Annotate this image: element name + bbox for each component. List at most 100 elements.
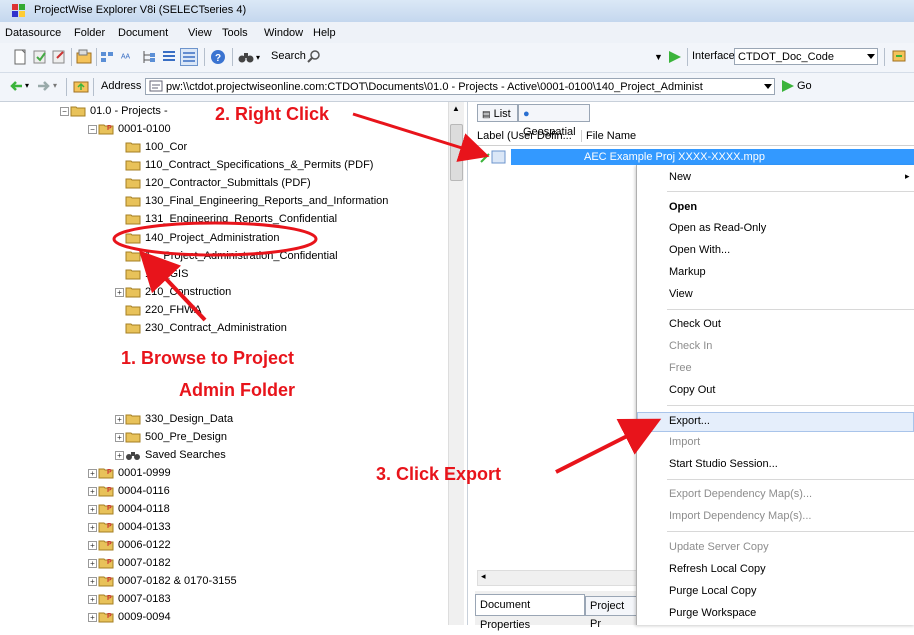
- expand-icon[interactable]: +: [115, 415, 124, 424]
- details-view-icon[interactable]: [100, 49, 116, 65]
- expand-icon[interactable]: +: [88, 577, 97, 586]
- menu-item-check-out[interactable]: Check Out: [669, 318, 721, 330]
- menu-bar: Datasource Folder Document View Tools Wi…: [0, 22, 914, 44]
- collapse-icon[interactable]: −: [60, 107, 69, 116]
- folder-icon: [125, 432, 141, 443]
- search-icon[interactable]: [306, 49, 322, 65]
- tree-label: 0007-0182: [118, 557, 171, 569]
- list-view-icon[interactable]: [161, 49, 177, 65]
- svg-text:P: P: [107, 613, 112, 620]
- menu-item-check-in[interactable]: Check In: [669, 340, 712, 352]
- menu-folder[interactable]: Folder: [74, 27, 105, 39]
- small-icons-icon[interactable]: ᴬᴬ: [120, 49, 136, 65]
- go-icon[interactable]: [780, 78, 796, 94]
- tree-label: Saved Searches: [145, 449, 226, 461]
- annotation-step2: 2. Right Click: [215, 104, 330, 124]
- expand-icon[interactable]: +: [88, 523, 97, 532]
- menu-item-export[interactable]: Export...: [669, 415, 710, 427]
- tab-geospatial[interactable]: ● Geospatial: [518, 104, 590, 138]
- menu-item-update-server-copy[interactable]: Update Server Copy: [669, 541, 769, 553]
- menu-document[interactable]: Document: [118, 27, 168, 39]
- tab-project-properties[interactable]: Project Pr: [585, 596, 640, 630]
- tree-label: 500_Pre_Design: [145, 431, 227, 443]
- menu-datasource[interactable]: Datasource: [5, 27, 61, 39]
- expand-icon[interactable]: +: [115, 451, 124, 460]
- expand-icon[interactable]: +: [88, 613, 97, 622]
- check-in-icon[interactable]: [32, 49, 48, 65]
- help-icon[interactable]: ?: [210, 49, 226, 65]
- menu-item-purge-local-copy[interactable]: Purge Local Copy: [669, 585, 756, 597]
- menu-window[interactable]: Window: [264, 27, 303, 39]
- interface-value: CTDOT_Doc_Code: [738, 51, 834, 63]
- search-dropdown-arrow[interactable]: ▼: [654, 52, 663, 62]
- expand-icon[interactable]: +: [88, 559, 97, 568]
- interface-select[interactable]: CTDOT_Doc_Code: [734, 48, 878, 65]
- properties-icon[interactable]: [76, 49, 92, 65]
- back-arrow-icon[interactable]: [8, 78, 24, 94]
- main-toolbar: ᴬᴬ ? ▾ Search ▼ Interface CTDOT_Doc_Code: [0, 43, 914, 73]
- tree-label: 1__Project_Administration_Confidential: [145, 250, 338, 262]
- forward-dropdown-arrow[interactable]: ▾: [53, 81, 57, 90]
- datasource-icon: [149, 80, 163, 92]
- menu-item-open[interactable]: Open: [669, 201, 697, 213]
- tree-view-icon[interactable]: [141, 49, 157, 65]
- find-binoculars-icon[interactable]: [238, 49, 254, 65]
- scroll-up-arrow[interactable]: ▲: [452, 104, 460, 113]
- menu-tools[interactable]: Tools: [222, 27, 248, 39]
- menu-item-start-studio-session[interactable]: Start Studio Session...: [669, 458, 778, 470]
- run-search-icon[interactable]: [667, 49, 683, 65]
- svg-text:P: P: [107, 505, 112, 512]
- folder-icon: [125, 287, 141, 298]
- globe-icon: ●: [523, 108, 530, 120]
- annotation-step3: 3. Click Export: [376, 464, 502, 484]
- list-icon: ▤: [482, 109, 491, 119]
- menu-item-refresh-local-copy[interactable]: Refresh Local Copy: [669, 563, 766, 575]
- expand-icon[interactable]: +: [88, 595, 97, 604]
- menu-item-new[interactable]: New: [669, 171, 691, 183]
- menu-item-purge-workspace[interactable]: Purge Workspace: [669, 607, 756, 619]
- tab-document-properties[interactable]: Document Properties: [475, 594, 585, 631]
- folder-icon: [125, 233, 141, 244]
- tab-project-properties-label: Project Pr: [590, 600, 625, 630]
- expand-icon[interactable]: +: [88, 541, 97, 550]
- expand-icon[interactable]: +: [115, 433, 124, 442]
- menu-item-free[interactable]: Free: [669, 362, 692, 374]
- menu-item-markup[interactable]: Markup: [669, 266, 706, 278]
- go-button[interactable]: Go: [797, 80, 812, 92]
- find-dropdown-arrow[interactable]: ▾: [256, 53, 260, 62]
- forward-arrow-icon[interactable]: [36, 78, 52, 94]
- back-dropdown-arrow[interactable]: ▾: [25, 81, 29, 90]
- collapse-icon[interactable]: −: [88, 125, 97, 134]
- menu-item-view[interactable]: View: [669, 288, 693, 300]
- address-toolbar: ▾ ▾ Address pw:\\ctdot.projectwiseonline…: [0, 73, 914, 102]
- address-field[interactable]: pw:\\ctdot.projectwiseonline.com:CTDOT\D…: [145, 78, 775, 95]
- new-document-icon[interactable]: [12, 49, 28, 65]
- tab-list[interactable]: ▤ List: [477, 104, 518, 122]
- expand-icon[interactable]: +: [88, 469, 97, 478]
- menu-item-open-with[interactable]: Open With...: [669, 244, 730, 256]
- tree-label: 0007-0183: [118, 593, 171, 605]
- column-label-header[interactable]: Label (User Defin...: [477, 130, 572, 142]
- tree-scroll-thumb[interactable]: [450, 124, 463, 181]
- search-label[interactable]: Search: [271, 50, 306, 62]
- list-horizontal-scrollbar[interactable]: ◂: [477, 570, 639, 586]
- tree-label: 01.0 - Projects -: [90, 105, 168, 117]
- expand-icon[interactable]: +: [88, 487, 97, 496]
- details-list-icon[interactable]: [180, 48, 198, 66]
- menu-item-open-read-only[interactable]: Open as Read-Only: [669, 222, 766, 234]
- scroll-left-arrow[interactable]: ◂: [481, 571, 486, 582]
- menu-item-import-dependency-maps[interactable]: Import Dependency Map(s)...: [669, 510, 811, 522]
- document-row-selected[interactable]: AEC Example Proj XXXX-XXXX.mpp: [511, 149, 914, 165]
- check-out-icon[interactable]: [51, 49, 67, 65]
- menu-item-copy-out[interactable]: Copy Out: [669, 384, 715, 396]
- tree-label: 110_Contract_Specifications_&_Permits (P…: [145, 159, 374, 171]
- menu-item-export-dependency-maps[interactable]: Export Dependency Map(s)...: [669, 488, 812, 500]
- expand-icon[interactable]: +: [115, 288, 124, 297]
- expand-icon[interactable]: +: [88, 505, 97, 514]
- menu-help[interactable]: Help: [313, 27, 336, 39]
- interface-options-icon[interactable]: [891, 48, 907, 64]
- column-filename-header[interactable]: File Name: [581, 130, 636, 142]
- up-folder-icon[interactable]: [73, 78, 89, 94]
- menu-item-import[interactable]: Import: [669, 436, 700, 448]
- menu-view[interactable]: View: [188, 27, 212, 39]
